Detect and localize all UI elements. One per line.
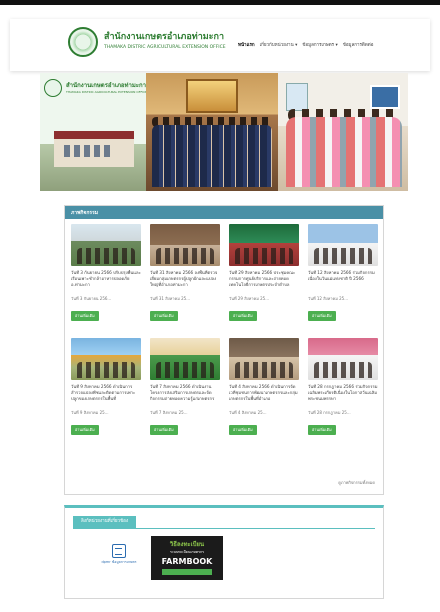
news-card-text[interactable]: วันที่ 3 กันยายน 2566 ปรับปรุงพื้นและเรื… [71,270,141,294]
site-subtitle: THAMAKA DISTRIC AGRICULTURAL EXTENSION O… [104,45,226,50]
banner-logo-icon [44,79,62,97]
nav-item-contact[interactable]: ข้อมูลการติดต่อ [343,41,374,48]
news-thumbnail[interactable] [71,224,141,266]
news-card[interactable]: วันที่ 31 สิงหาคม 2566 ลงพื้นที่ตรวจเยี่… [150,224,220,321]
nav-item-about[interactable]: เกี่ยวกับหน่วยงาน ▾ [260,41,298,48]
site-logo-icon[interactable] [68,27,98,57]
site-title[interactable]: สำนักงานเกษตรอำเภอท่ามะกา [104,29,224,43]
news-card-date: วันที่ 7 สิงหาคม 25... [150,410,188,415]
news-card-date: วันที่ 4 สิงหาคม 25... [229,410,267,415]
news-card-date: วันที่ 29 สิงหาคม 25... [229,296,270,301]
news-card-text[interactable]: วันที่ 4 สิงหาคม 2566 ดำเนินการจัดเวทีชุ… [229,384,299,408]
news-card[interactable]: วันที่ 12 สิงหาคม 2566 ร่วมกิจกรรมเนื่อง… [308,224,378,321]
farmbook-brand: FARMBOOK [161,557,213,566]
news-panel-title: ภาพกิจกรรม [71,210,99,216]
nav-item-home[interactable]: หน้าแรก [238,41,255,48]
read-more-button[interactable]: อ่านเพิ่มเติม [150,311,178,321]
main-nav: หน้าแรก เกี่ยวกับหน่วยงาน ▾ ข้อมูลการเกษ… [238,41,373,48]
farmbook-subtitle: ระบบทะเบียนเกษตรกร [169,550,205,554]
news-card-text[interactable]: วันที่ 9 สิงหาคม 2566 ดำเนินการสำรวจแปลง… [71,384,141,408]
banner-logo-subtitle: THAMAKA DISTRIC AGRICULTURAL EXTENSION O… [66,90,148,94]
dpmr-link-label: dpmr ข้อมูลการเกษตร [101,560,137,564]
news-thumbnail[interactable] [308,338,378,380]
related-links-divider [73,528,375,529]
news-thumbnail[interactable] [229,338,299,380]
news-card-text[interactable]: วันที่ 31 สิงหาคม 2566 ลงพื้นที่ตรวจเยี่… [150,270,220,294]
farmbook-banner-link[interactable]: วิธีลงทะเบียน ระบบทะเบียนเกษตรกร FARMBOO… [151,536,223,580]
wall-frame [370,85,400,109]
banner-team-photo [278,73,408,191]
dpmr-link[interactable]: dpmr ข้อมูลการเกษตร [101,542,137,578]
office-windows [64,145,114,157]
news-card-text[interactable]: วันที่ 28 กรกฎาคม 2566 ร่วมกิจกรรมเฉลิมพ… [308,384,378,408]
news-card-text[interactable]: วันที่ 29 สิงหาคม 2566 ประชุมคณะกรรมการศ… [229,270,299,294]
news-card-date: วันที่ 12 สิงหาคม 25... [308,296,349,301]
read-more-button[interactable]: อ่านเพิ่มเติม [71,425,99,435]
banner-office-photo: สำนักงานเกษตรอำเภอท่ามะกา THAMAKA DISTRI… [40,73,148,191]
wall-poster [286,83,308,111]
news-card[interactable]: วันที่ 3 กันยายน 2566 ปรับปรุงพื้นและเรื… [71,224,141,321]
news-thumbnail[interactable] [150,338,220,380]
document-icon [112,544,126,558]
news-card[interactable]: วันที่ 28 กรกฎาคม 2566 ร่วมกิจกรรมเฉลิมพ… [308,338,378,435]
news-card[interactable]: วันที่ 7 สิงหาคม 2566 ดำเนินงานโครงการส่… [150,338,220,435]
team-group [286,117,402,187]
read-more-button[interactable]: อ่านเพิ่มเติม [308,425,336,435]
news-card[interactable]: วันที่ 4 สิงหาคม 2566 ดำเนินการจัดเวทีชุ… [229,338,299,435]
news-card-date: วันที่ 9 สิงหาคม 25... [71,410,109,415]
farmbook-bar [162,569,212,575]
news-card[interactable]: วันที่ 9 สิงหาคม 2566 ดำเนินการสำรวจแปลง… [71,338,141,435]
read-more-button[interactable]: อ่านเพิ่มเติม [229,425,257,435]
news-card[interactable]: วันที่ 29 สิงหาคม 2566 ประชุมคณะกรรมการศ… [229,224,299,321]
read-more-button[interactable]: อ่านเพิ่มเติม [71,311,99,321]
news-card-text[interactable]: วันที่ 12 สิงหาคม 2566 ร่วมกิจกรรมเนื่อง… [308,270,378,294]
news-card-text[interactable]: วันที่ 7 สิงหาคม 2566 ดำเนินงานโครงการส่… [150,384,220,408]
staff-group [152,125,272,187]
read-more-button[interactable]: อ่านเพิ่มเติม [308,311,336,321]
news-panel-header: ภาพกิจกรรม [65,206,383,219]
news-card-date: วันที่ 3 กันยายน 256... [71,296,112,301]
news-thumbnail[interactable] [71,338,141,380]
news-card-date: วันที่ 31 สิงหาคม 25... [150,296,191,301]
related-links-tab[interactable]: ลิงก์หน่วยงานที่เกี่ยวข้อง [73,516,137,528]
see-all-activities-link[interactable]: ดูภาพกิจกรรมทั้งหมด [338,479,375,486]
related-links-panel: ลิงก์หน่วยงานที่เกี่ยวข้อง dpmr ข้อมูลกา… [64,505,384,599]
nav-item-agri-info[interactable]: ข้อมูลการเกษตร ▾ [302,41,337,48]
news-thumbnail[interactable] [229,224,299,266]
farmbook-title: วิธีลงทะเบียน [169,541,205,548]
page: สำนักงานเกษตรอำเภอท่ามะกา THAMAKA DISTRI… [0,5,440,612]
banner-staff-photo [146,73,278,191]
news-thumbnail[interactable] [150,224,220,266]
news-card-date: วันที่ 28 กรกฎาคม 25... [308,410,351,415]
banner-logo-title: สำนักงานเกษตรอำเภอท่ามะกา [66,82,147,89]
read-more-button[interactable]: อ่านเพิ่มเติม [150,425,178,435]
news-thumbnail[interactable] [308,224,378,266]
shrine [186,79,238,113]
read-more-button[interactable]: อ่านเพิ่มเติม [229,311,257,321]
hero-banner: สำนักงานเกษตรอำเภอท่ามะกา THAMAKA DISTRI… [40,73,408,191]
activity-news-panel: ภาพกิจกรรม วันที่ 3 กันยายน 2566 ปรับปรุ… [64,205,384,495]
